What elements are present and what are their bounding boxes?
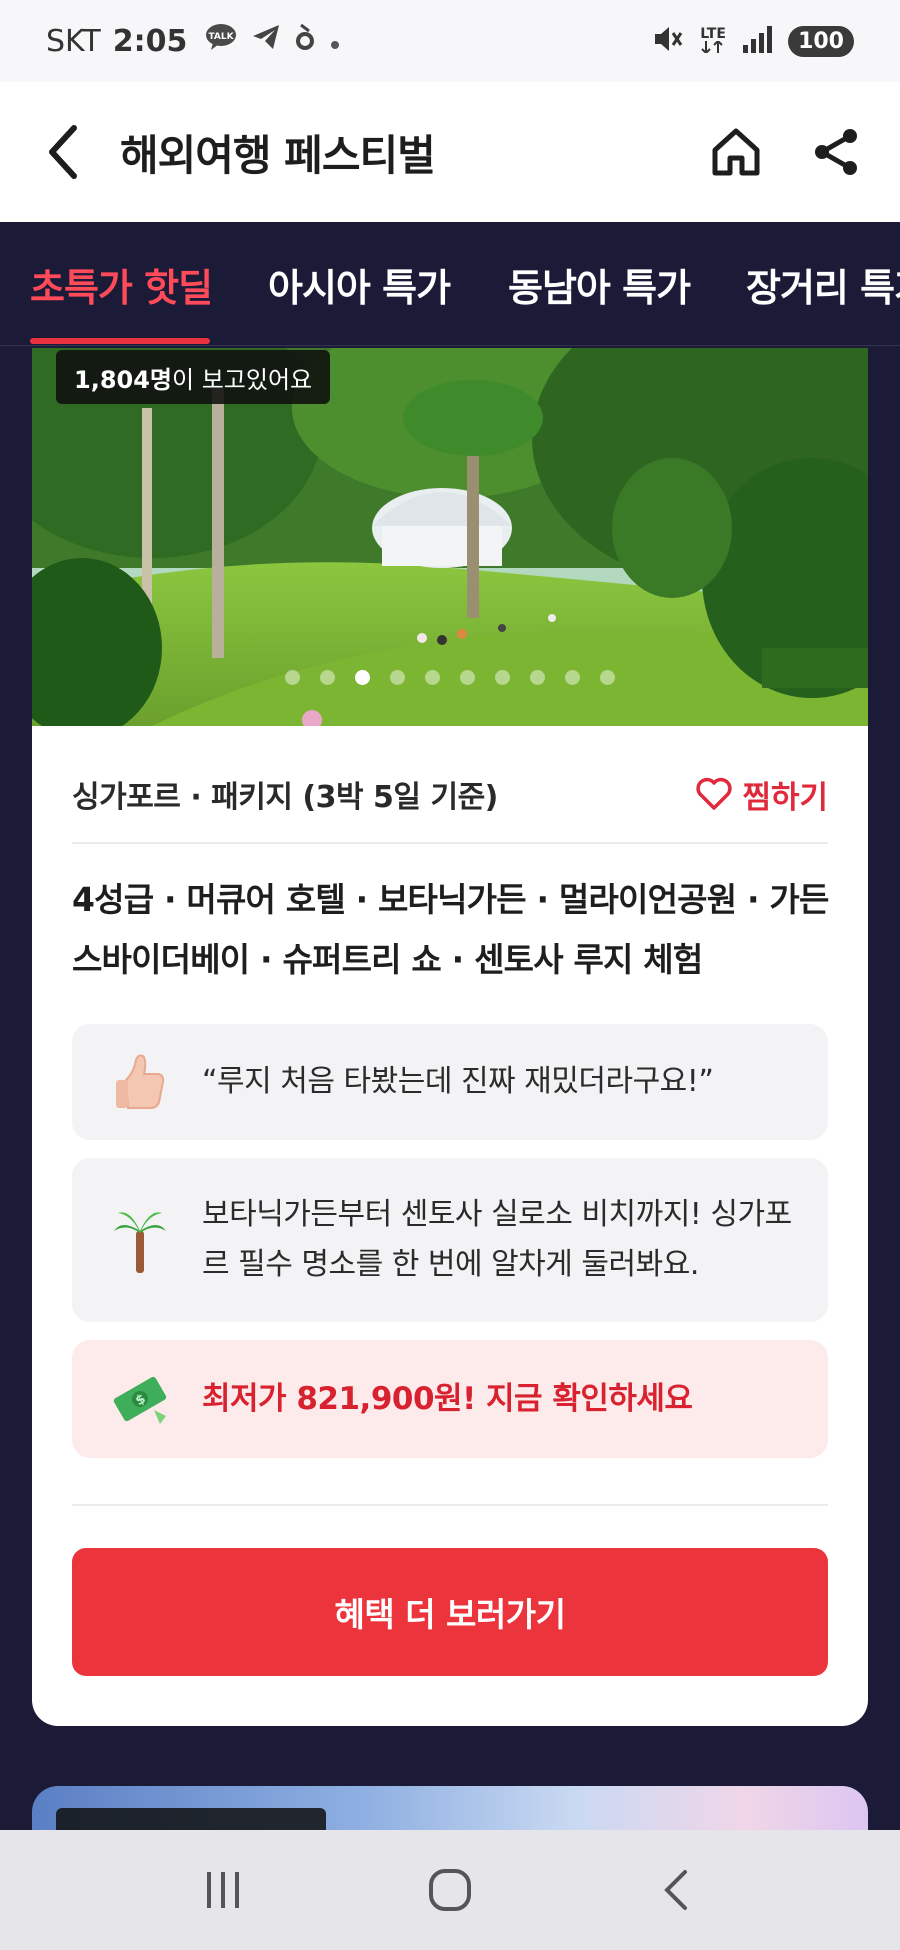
back-chevron-icon xyxy=(663,1870,687,1910)
carousel-dot[interactable] xyxy=(565,670,580,685)
carousel-dot[interactable] xyxy=(425,670,440,685)
telegram-icon xyxy=(251,23,281,59)
back-arrow-icon xyxy=(49,125,77,179)
review-quote: “루지 처음 타봤는데 진짜 재밌더라구요!” xyxy=(202,1064,714,1099)
carousel-dot[interactable] xyxy=(460,670,475,685)
product-meta-row: 싱가포르 · 패키지 (3박 5일 기준) 찜하기 xyxy=(72,766,828,822)
mute-icon xyxy=(652,24,684,58)
tab-long-haul[interactable]: 장거리 특가 xyxy=(746,222,900,345)
dot-icon xyxy=(329,24,341,59)
hero-image-carousel[interactable]: 1,804명 이 보고있어요 xyxy=(32,348,868,726)
price-promo-text: 최저가 821,900원! 지금 확인하세요 xyxy=(202,1381,693,1417)
home-circle-icon xyxy=(428,1869,471,1911)
system-nav-bar xyxy=(0,1830,900,1950)
carrier-label: SKT xyxy=(46,23,101,59)
signal-icon xyxy=(742,25,773,57)
share-button[interactable] xyxy=(806,122,866,182)
back-button[interactable] xyxy=(34,122,94,182)
recent-apps-button[interactable] xyxy=(183,1850,263,1930)
carousel-dot-active[interactable] xyxy=(355,670,370,685)
carousel-dot[interactable] xyxy=(495,670,510,685)
viewers-suffix: 이 보고있어요 xyxy=(172,365,313,394)
category-tabs: 초특가 핫딜 아시아 특가 동남아 특가 장거리 특가 xyxy=(0,222,900,346)
viewers-badge: 1,804명 이 보고있어요 xyxy=(56,350,331,404)
share-icon xyxy=(815,129,857,175)
thumbs-up-icon xyxy=(108,1052,172,1112)
page-title: 해외여행 페스티벌 xyxy=(120,130,436,180)
product-title: 4성급 · 머큐어 호텔 · 보타닉가든 · 멀라이언공원 · 가든스바이더베이… xyxy=(72,880,829,979)
home-nav-button[interactable] xyxy=(410,1850,490,1930)
review-box: “루지 처음 타봤는데 진짜 재밌더라구요!” xyxy=(72,1024,828,1140)
status-bar: SKT 2:05 TALK LTE 100 xyxy=(0,0,900,82)
heart-icon xyxy=(696,777,733,810)
carousel-dot[interactable] xyxy=(600,670,615,685)
kakaotalk-icon: TALK xyxy=(205,23,237,59)
back-nav-button[interactable] xyxy=(637,1850,717,1930)
active-tab-indicator xyxy=(30,338,210,344)
app-icon xyxy=(295,23,315,59)
home-button[interactable] xyxy=(706,122,766,182)
carousel-dot[interactable] xyxy=(530,670,545,685)
recent-apps-icon xyxy=(207,1872,240,1908)
viewers-count: 1,804명 xyxy=(74,365,172,394)
tab-hot-deal[interactable]: 초특가 핫딜 xyxy=(30,222,213,345)
divider xyxy=(72,1504,828,1506)
palm-tree-icon xyxy=(108,1205,172,1275)
money-icon: $ xyxy=(108,1370,172,1428)
price-promo-box[interactable]: $ 최저가 821,900원! 지금 확인하세요 xyxy=(72,1340,828,1458)
carousel-dot[interactable] xyxy=(320,670,335,685)
wishlist-button[interactable]: 찜하기 xyxy=(696,772,828,817)
clock: 2:05 xyxy=(112,23,188,59)
description-text: 보타닉가든부터 센토사 실로소 비치까지! 싱가포르 필수 명소를 한 번에 알… xyxy=(202,1197,792,1282)
app-header: 해외여행 페스티벌 xyxy=(0,82,900,222)
carousel-dot[interactable] xyxy=(285,670,300,685)
tab-southeast-asia[interactable]: 동남아 특가 xyxy=(508,222,691,345)
divider xyxy=(72,842,828,844)
more-benefits-button[interactable]: 혜택 더 보러가기 xyxy=(72,1548,828,1676)
carousel-dot[interactable] xyxy=(390,670,405,685)
wishlist-label: 찜하기 xyxy=(742,779,828,816)
description-box: 보타닉가든부터 센토사 실로소 비치까지! 싱가포르 필수 명소를 한 번에 알… xyxy=(72,1158,828,1322)
carousel-indicator xyxy=(32,670,868,685)
destination-label: 싱가포르 · 패키지 (3박 5일 기준) xyxy=(72,780,498,815)
tab-asia[interactable]: 아시아 특가 xyxy=(268,222,451,345)
home-icon xyxy=(712,128,760,176)
lte-icon: LTE xyxy=(700,27,726,56)
product-card[interactable]: 1,804명 이 보고있어요 싱가포르 · 패키지 (3박 5일 기준) 찜하기 … xyxy=(32,348,868,1726)
battery-icon: 100 xyxy=(788,25,854,57)
talk-badge-text: TALK xyxy=(209,32,235,42)
network-label: LTE xyxy=(700,25,726,42)
